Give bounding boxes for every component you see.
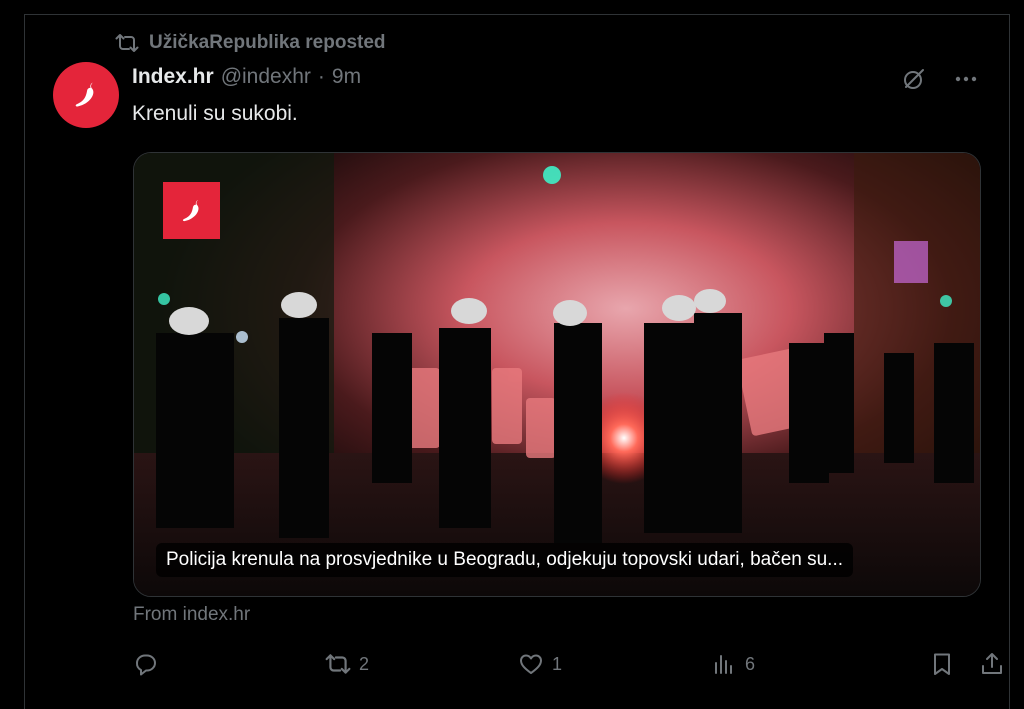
author-name[interactable]: Index.hr xyxy=(132,65,214,89)
chili-logo-icon xyxy=(75,82,94,107)
repost-count: 2 xyxy=(359,653,370,674)
like-button[interactable]: 1 xyxy=(518,651,562,677)
card-brand-logo xyxy=(163,182,220,239)
author-handle[interactable]: @indexhr xyxy=(221,65,311,89)
card-caption[interactable]: Policija krenula na prosvjednike u Beogr… xyxy=(156,543,854,577)
like-count: 1 xyxy=(552,653,563,674)
tweet-frame: UžičkaRepublika reposted Index.hr @index… xyxy=(24,14,1010,709)
link-card[interactable]: Policija krenula na prosvjednike u Beogr… xyxy=(133,152,981,597)
share-icon xyxy=(982,653,1002,674)
repost-indicator[interactable]: UžičkaRepublika reposted xyxy=(115,32,386,54)
avatar[interactable] xyxy=(53,62,119,128)
card-source[interactable]: From index.hr xyxy=(133,604,250,626)
tweet-actions: 2 1 6 xyxy=(133,651,1002,683)
repost-button[interactable]: 2 xyxy=(325,651,369,677)
tweet-header: Index.hr @indexhr · 9m xyxy=(132,65,361,93)
views-icon xyxy=(715,655,732,674)
views-count: 6 xyxy=(745,653,756,674)
reply-icon xyxy=(136,654,156,676)
chili-logo-icon xyxy=(182,199,199,221)
tweet-header-actions xyxy=(901,66,979,92)
timestamp[interactable]: 9m xyxy=(332,65,361,89)
card-image[interactable] xyxy=(134,153,981,597)
separator-dot: · xyxy=(317,65,325,88)
tweet-text: Krenuli su sukobi. xyxy=(132,102,298,125)
reply-button[interactable] xyxy=(133,651,167,677)
grok-icon[interactable] xyxy=(901,66,927,92)
repost-label[interactable]: UžičkaRepublika reposted xyxy=(149,32,386,54)
repost-icon xyxy=(115,34,139,52)
views-button[interactable]: 6 xyxy=(711,651,755,677)
like-icon xyxy=(520,654,542,674)
bookmark-button[interactable] xyxy=(929,651,955,677)
more-icon[interactable] xyxy=(953,66,979,92)
divider xyxy=(25,14,1009,15)
repost-icon xyxy=(325,654,351,674)
share-button[interactable] xyxy=(979,651,1005,677)
bookmark-icon xyxy=(934,653,950,675)
